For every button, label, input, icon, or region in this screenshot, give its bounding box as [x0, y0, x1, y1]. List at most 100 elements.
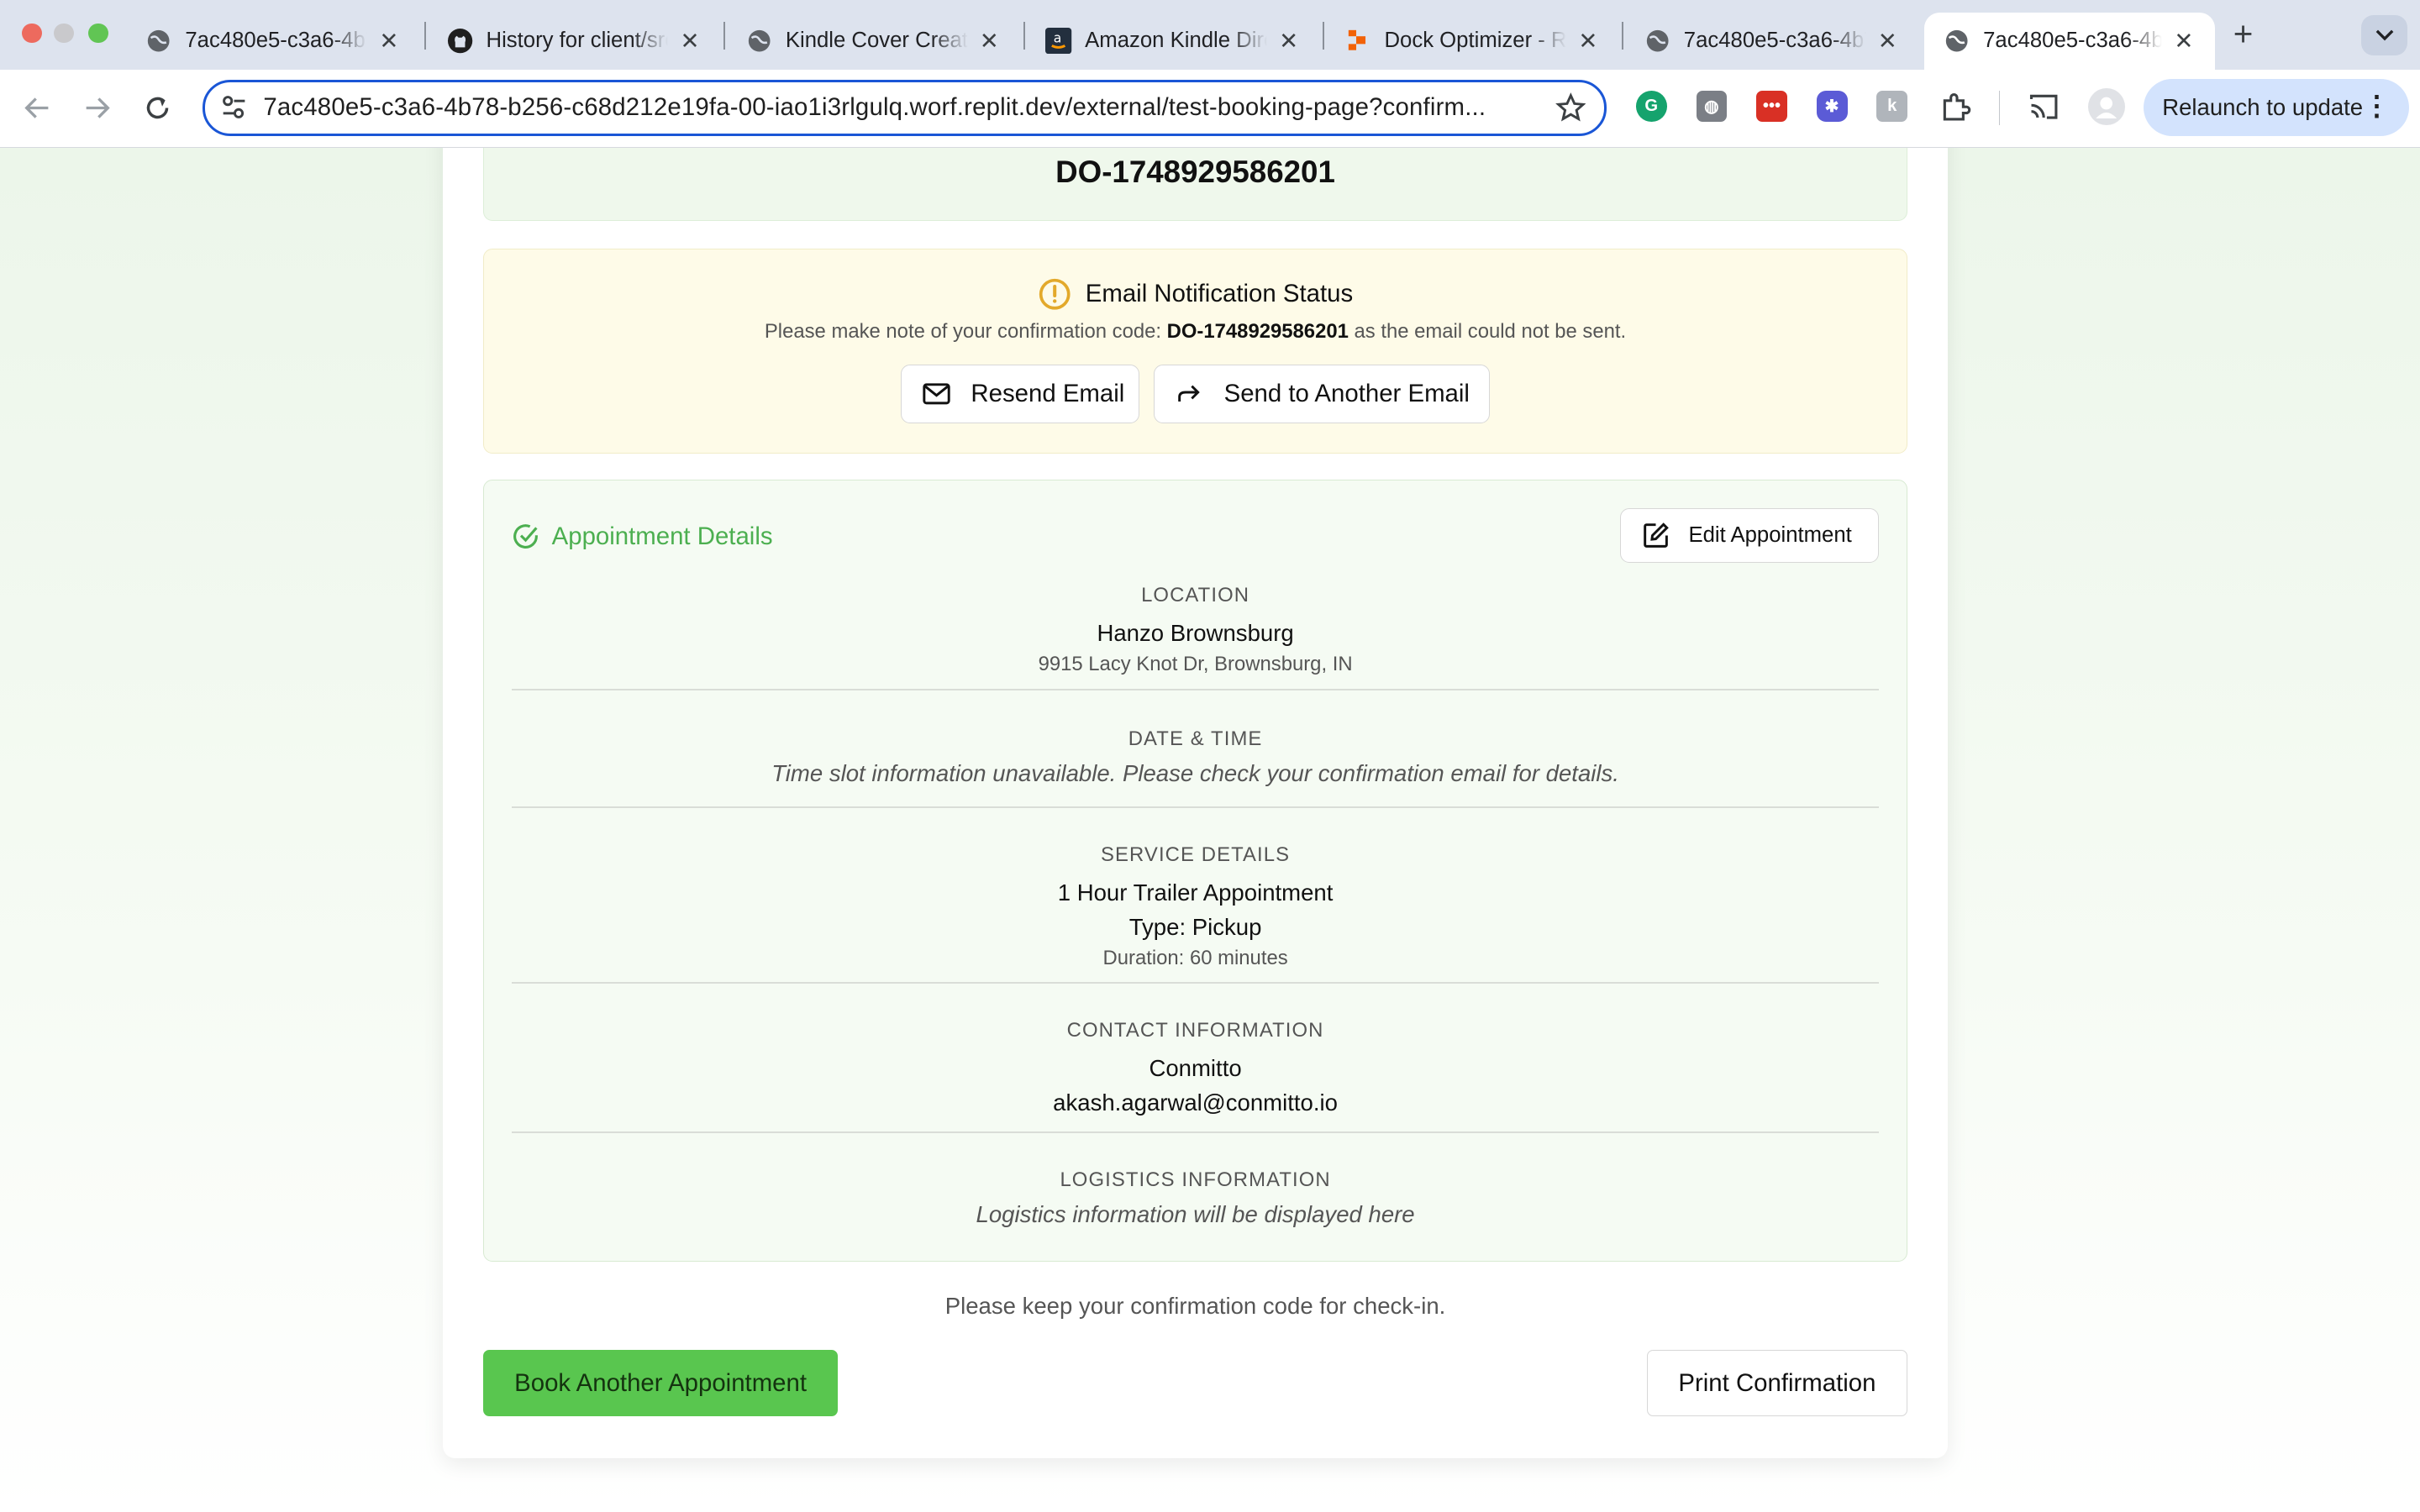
svg-text:a: a	[1054, 31, 1062, 46]
section-divider	[511, 806, 1880, 808]
cast-icon[interactable]	[2027, 90, 2060, 130]
check-in-note: Please keep your confirmation code for c…	[944, 1293, 1446, 1320]
alert-circle-icon	[1039, 278, 1071, 310]
send-to-another-email-button[interactable]: Send to Another Email	[1154, 365, 1491, 424]
address-bar[interactable]: 7ac480e5-c3a6-4b78-b256-c68d212e19fa-00-…	[202, 80, 1607, 136]
tab-replit-active[interactable]: 7ac480e5-c3a6-4b78-b256 ✕	[1924, 12, 2215, 70]
appointment-details-heading: Appointment Details	[512, 522, 773, 551]
email-status-heading: Email Notification Status	[484, 277, 1907, 311]
close-tab-icon[interactable]: ✕	[2171, 28, 2196, 55]
date-time-section: DATE & TIME Time slot information unavai…	[512, 727, 1879, 787]
back-button[interactable]	[17, 88, 57, 129]
confirmation-code: DO-1748929586201	[1055, 154, 1335, 189]
print-confirmation-label: Print Confirmation	[1678, 1368, 1876, 1397]
message-prefix: Please make note of your confirmation co…	[764, 320, 1167, 344]
site-settings-icon[interactable]	[220, 93, 248, 128]
replit-icon	[1344, 27, 1372, 55]
edit-appointment-button[interactable]: Edit Appointment	[1619, 508, 1880, 563]
maximize-window-button[interactable]	[87, 23, 108, 44]
section-divider	[511, 689, 1880, 690]
date-time-label: DATE & TIME	[1128, 727, 1263, 751]
relaunch-label: Relaunch to update	[2162, 93, 2364, 120]
bookmark-star-icon[interactable]	[1555, 92, 1586, 130]
extension-bag-icon[interactable]: ◍	[1696, 91, 1728, 123]
tab-title: Amazon Kindle Direct	[1085, 29, 1267, 53]
email-status-message: Please make note of your confirmation co…	[484, 320, 1907, 344]
tab-title: History for client/src	[486, 29, 669, 53]
edit-icon	[1644, 522, 1670, 548]
relaunch-button[interactable]: Relaunch to update ⋮	[2144, 78, 2410, 136]
tab-divider	[1622, 21, 1624, 50]
tab-github-history[interactable]: History for client/src ✕	[428, 13, 721, 70]
location-section: LOCATION Hanzo Brownsburg 9915 Lacy Knot…	[512, 584, 1879, 676]
tab-dock-optimizer[interactable]: Dock Optimizer - Replit ✕	[1326, 13, 1619, 70]
extension-k-icon[interactable]: k	[1876, 91, 1908, 123]
tab-title: 7ac480e5-c3a6-4b78-b256	[1683, 29, 1866, 53]
tab-title: 7ac480e5-c3a6-4b78-b256	[1983, 29, 2163, 53]
tab-title: Kindle Cover Creator	[785, 29, 968, 53]
appointment-details-panel: Appointment Details Edit Appointment LOC…	[482, 480, 1908, 1263]
edit-appointment-label: Edit Appointment	[1688, 522, 1852, 547]
confirmation-card: DO-1748929586201 Email Notification Stat…	[443, 148, 1948, 1458]
arrow-left-icon	[24, 97, 48, 118]
more-menu-icon[interactable]: ⋮	[2363, 92, 2391, 120]
globe-icon	[745, 27, 773, 55]
close-tab-icon[interactable]: ✕	[977, 28, 1002, 55]
date-time-value: Time slot information unavailable. Pleas…	[771, 760, 1619, 787]
arrow-right-icon	[86, 97, 110, 118]
message-code: DO-1748929586201	[1166, 320, 1349, 344]
globe-icon	[1644, 27, 1671, 55]
tab-kindle-cover[interactable]: Kindle Cover Creator ✕	[727, 13, 1020, 70]
service-name: 1 Hour Trailer Appointment	[1057, 879, 1334, 906]
tab-search-button[interactable]	[2361, 15, 2408, 56]
person-icon	[2096, 97, 2118, 119]
location-label: LOCATION	[1141, 584, 1250, 607]
tab-amazon-kdp[interactable]: a Amazon Kindle Direct ✕	[1026, 13, 1319, 70]
extension-dots-icon[interactable]: •••	[1756, 91, 1787, 123]
reload-button[interactable]	[137, 88, 177, 129]
location-address: 9915 Lacy Knot Dr, Brownsburg, IN	[1038, 653, 1353, 676]
email-status-panel: Email Notification Status Please make no…	[482, 248, 1908, 454]
extensions-puzzle-icon[interactable]	[1939, 90, 1972, 130]
section-divider	[511, 1131, 1880, 1134]
confirmation-code-box: DO-1748929586201	[482, 148, 1908, 221]
print-confirmation-button[interactable]: Print Confirmation	[1646, 1350, 1908, 1417]
close-tab-icon[interactable]: ✕	[376, 28, 401, 55]
contact-information-label: CONTACT INFORMATION	[1066, 1019, 1324, 1042]
service-details-label: SERVICE DETAILS	[1101, 843, 1291, 866]
close-tab-icon[interactable]: ✕	[677, 28, 702, 55]
tab-replit-1[interactable]: 7ac480e5-c3a6-4b78-b256 ✕	[127, 13, 420, 70]
contact-company: Conmitto	[1149, 1054, 1242, 1081]
message-suffix: as the email could not be sent.	[1348, 320, 1627, 344]
service-details-section: SERVICE DETAILS 1 Hour Trailer Appointme…	[512, 843, 1879, 970]
close-window-button[interactable]	[21, 23, 42, 44]
forward-arrow-icon	[1177, 386, 1200, 402]
close-tab-icon[interactable]: ✕	[1276, 28, 1301, 55]
new-tab-button[interactable]: +	[2233, 14, 2254, 54]
resend-email-button[interactable]: Resend Email	[900, 365, 1140, 424]
tab-divider	[1023, 21, 1025, 50]
browser-toolbar: 7ac480e5-c3a6-4b78-b256-c68d212e19fa-00-…	[0, 69, 2420, 149]
github-icon	[446, 27, 474, 55]
grammarly-extension-icon[interactable]: G	[1635, 91, 1667, 123]
close-tab-icon[interactable]: ✕	[1576, 28, 1600, 55]
book-another-appointment-button[interactable]: Book Another Appointment	[482, 1350, 839, 1417]
minimize-window-button[interactable]	[54, 23, 75, 44]
contact-email: akash.agarwal@conmitto.io	[1053, 1089, 1338, 1116]
logistics-information-value: Logistics information will be displayed …	[976, 1201, 1415, 1228]
tab-strip: 7ac480e5-c3a6-4b78-b256 ✕ History for cl…	[0, 0, 2420, 70]
extension-gear-icon[interactable]: ✱	[1816, 91, 1848, 123]
url-text: 7ac480e5-c3a6-4b78-b256-c68d212e19fa-00-…	[263, 93, 1486, 122]
forward-button[interactable]	[77, 88, 118, 129]
service-type-label: Type:	[1128, 913, 1192, 940]
tab-divider	[723, 21, 726, 50]
service-type: Type: Pickup	[512, 914, 1879, 941]
close-tab-icon[interactable]: ✕	[1876, 28, 1900, 55]
profile-avatar[interactable]	[2088, 87, 2126, 125]
logistics-information-section: LOGISTICS INFORMATION Logistics informat…	[512, 1168, 1879, 1228]
tab-replit-2[interactable]: 7ac480e5-c3a6-4b78-b256 ✕	[1625, 13, 1918, 70]
tab-divider	[1323, 21, 1324, 50]
tab-title: 7ac480e5-c3a6-4b78-b256	[185, 29, 367, 53]
service-type-value: Pickup	[1192, 913, 1262, 940]
service-duration: Duration: 60 minutes	[1102, 947, 1288, 970]
